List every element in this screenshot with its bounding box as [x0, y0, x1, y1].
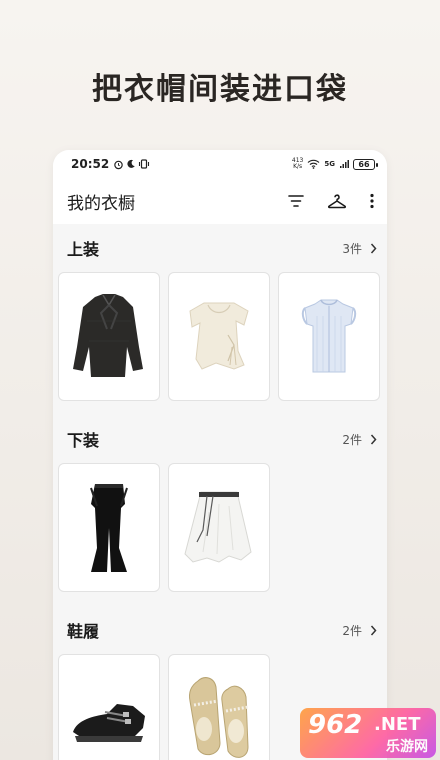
hanger-icon [327, 194, 347, 209]
status-time: 20:52 [71, 157, 110, 171]
white-belted-skirt-image [184, 491, 252, 563]
phone-screen: 20:52 413 K/s 5G 66 我的衣橱 上装 3件 下装 2件 鞋履 … [53, 150, 387, 760]
more-button[interactable] [369, 193, 375, 209]
moon-icon [127, 159, 136, 168]
watermark-number: 962 [308, 710, 363, 740]
wifi-icon [307, 159, 320, 169]
status-bar: 20:52 413 K/s 5G 66 [53, 150, 387, 178]
hanger-button[interactable] [327, 193, 347, 209]
section-count: 2件 [342, 623, 362, 638]
chevron-right-icon [370, 434, 377, 444]
net-speed: 413 K/s [292, 158, 303, 170]
status-icons [113, 159, 150, 170]
vibrate-icon [139, 159, 150, 169]
chevron-right-icon [370, 625, 377, 635]
item-card[interactable] [278, 272, 380, 401]
item-grid-tops [53, 272, 387, 401]
section-title: 鞋履 [67, 622, 100, 641]
black-flare-pants-image [90, 483, 128, 572]
site-watermark-logo: 962 .NET 乐游网 [300, 708, 436, 758]
page-title: 我的衣橱 [67, 193, 135, 214]
section-count-link[interactable]: 2件 [342, 431, 377, 448]
section-header-bottoms: 下装 2件 [53, 415, 387, 463]
filter-icon [288, 195, 304, 207]
item-card[interactable] [168, 463, 270, 592]
black-bow-blouse-image [73, 293, 143, 377]
section-count: 3件 [342, 241, 362, 256]
app-bar: 我的衣橱 [53, 178, 387, 224]
item-card[interactable] [58, 272, 160, 401]
black-buckle-shoes-image [73, 703, 145, 742]
item-card[interactable] [168, 272, 270, 401]
alarm-icon [114, 160, 123, 169]
section-count-link[interactable]: 2件 [342, 622, 377, 639]
app-bar-actions [287, 193, 375, 209]
item-grid-bottoms [53, 463, 387, 592]
section-header-tops: 上装 3件 [53, 224, 387, 272]
more-vertical-icon [370, 193, 374, 209]
battery-indicator: 66 [353, 158, 378, 170]
item-card[interactable] [58, 463, 160, 592]
status-right: 413 K/s 5G 66 [292, 158, 378, 170]
net-speed-unit: K/s [293, 163, 303, 170]
section-title: 上装 [67, 240, 100, 259]
signal-icon [340, 160, 349, 168]
watermark-suffix: .NET [374, 714, 421, 735]
promo-headline: 把衣帽间装进口袋 [92, 72, 348, 107]
section-count: 2件 [342, 432, 362, 447]
filter-button[interactable] [287, 194, 305, 208]
section-title: 下装 [67, 431, 100, 450]
item-card[interactable] [58, 654, 160, 760]
blue-ruffle-shirt-image [301, 299, 357, 372]
signal-label: 5G [324, 160, 335, 168]
section-count-link[interactable]: 3件 [342, 240, 377, 257]
gold-ballet-flats-image [189, 676, 249, 758]
watermark-text: 乐游网 [386, 739, 428, 755]
item-card[interactable] [168, 654, 270, 760]
cream-drape-top-image [189, 302, 249, 370]
chevron-right-icon [370, 243, 377, 253]
section-header-shoes: 鞋履 2件 [53, 606, 387, 654]
